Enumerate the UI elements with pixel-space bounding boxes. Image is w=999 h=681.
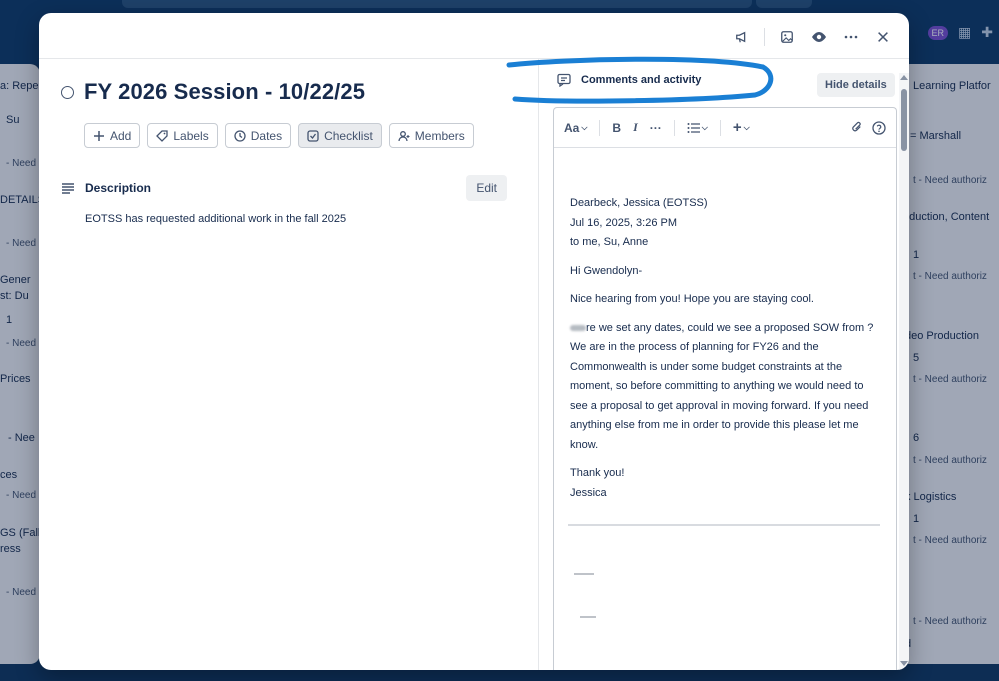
checklist-button-label: Checklist xyxy=(324,128,373,143)
description-icon xyxy=(62,183,74,194)
description-header: Description Edit xyxy=(61,175,507,201)
insert-dropdown[interactable]: + ⌵ xyxy=(733,119,750,136)
quoted-divider xyxy=(568,524,880,526)
members-button[interactable]: Members xyxy=(388,123,474,148)
text-style-dropdown[interactable]: Aa ⌵ xyxy=(564,121,587,135)
more-formatting-button[interactable]: ··· xyxy=(650,121,662,135)
scroll-down-icon[interactable] xyxy=(900,661,908,666)
email-greeting: Hi Gwendolyn- xyxy=(570,264,643,277)
toolbar-separator-2 xyxy=(673,119,675,136)
plus-icon xyxy=(94,130,104,141)
help-icon[interactable] xyxy=(872,120,886,135)
checklist-button[interactable]: Checklist xyxy=(298,123,382,148)
add-button-label: Add xyxy=(110,128,132,143)
description-text[interactable]: EOTSS has requested additional work in t… xyxy=(85,213,346,225)
hand-drawn-annotation xyxy=(506,56,774,104)
text-style-label: Aa xyxy=(564,120,580,135)
clock-icon xyxy=(234,129,246,142)
megaphone-icon[interactable] xyxy=(728,23,756,51)
complete-toggle-icon[interactable] xyxy=(61,85,74,99)
description-label: Description xyxy=(85,181,152,195)
labels-button-label: Labels xyxy=(173,128,209,143)
add-button[interactable]: Add xyxy=(84,123,141,148)
email-paragraph-2-text: re we set any dates, could we see a prop… xyxy=(570,321,874,451)
modal-scrollbar[interactable] xyxy=(899,73,909,670)
email-paragraph-2: re we set any dates, could we see a prop… xyxy=(570,319,880,456)
more-icon[interactable] xyxy=(837,23,865,51)
scroll-thumb[interactable] xyxy=(901,89,907,151)
activity-column: Comments and activity Hide details Aa ⌵ B… xyxy=(539,59,909,670)
list-dropdown[interactable]: ⌵ xyxy=(687,122,708,134)
chevron-down-icon: ⌵ xyxy=(743,122,750,132)
comment-editor[interactable]: Aa ⌵ B I ··· ⌵ + ⌵ Dearbeck, Jessica (EOTS xyxy=(553,107,897,670)
email-signature: Jessica xyxy=(570,486,607,499)
header-separator xyxy=(764,28,765,46)
hide-details-button[interactable]: Hide details xyxy=(817,73,895,97)
modal-header xyxy=(39,13,909,59)
list-icon xyxy=(687,122,700,133)
card-title[interactable]: FY 2026 Session - 10/22/25 xyxy=(84,79,365,105)
email-recipients: to me, Su, Anne xyxy=(570,236,649,248)
eye-icon[interactable] xyxy=(805,23,833,51)
person-icon xyxy=(398,130,410,141)
editor-toolbar: Aa ⌵ B I ··· ⌵ + ⌵ xyxy=(554,108,896,148)
redacted-line xyxy=(574,573,594,575)
checklist-icon xyxy=(307,129,319,142)
toolbar-separator xyxy=(599,119,601,136)
redacted-line-2 xyxy=(580,616,596,618)
email-date: Jul 16, 2025, 3:26 PM xyxy=(570,216,678,229)
email-from: Dearbeck, Jessica (EOTSS) xyxy=(570,197,708,209)
dates-button-label: Dates xyxy=(250,128,283,143)
members-button-label: Members xyxy=(414,128,465,143)
italic-button[interactable]: I xyxy=(633,120,638,135)
card-actions: Add Labels Dates Checklist Members xyxy=(84,123,474,148)
redacted-text xyxy=(570,324,586,331)
card-detail-modal: FY 2026 Session - 10/22/25 Add Labels Da… xyxy=(39,13,909,670)
email-closing: Thank you! xyxy=(570,467,625,479)
card-main-column: FY 2026 Session - 10/22/25 Add Labels Da… xyxy=(39,59,539,670)
chevron-down-icon: ⌵ xyxy=(701,122,708,132)
image-icon[interactable] xyxy=(773,23,801,51)
email-paragraph-1: Nice hearing from you! Hope you are stay… xyxy=(570,293,814,305)
toolbar-separator-3 xyxy=(719,119,721,136)
tag-icon xyxy=(156,129,169,142)
edit-description-button[interactable]: Edit xyxy=(466,175,507,201)
plus-icon: + xyxy=(732,119,742,136)
close-icon[interactable] xyxy=(869,23,897,51)
dates-button[interactable]: Dates xyxy=(224,123,292,148)
chevron-down-icon: ⌵ xyxy=(581,122,588,132)
bold-button[interactable]: B xyxy=(612,121,621,135)
labels-button[interactable]: Labels xyxy=(147,123,218,148)
scroll-up-icon[interactable] xyxy=(900,75,908,80)
comment-draft-content[interactable]: Dearbeck, Jessica (EOTSS) Jul 16, 2025, … xyxy=(554,148,896,503)
attachment-icon[interactable] xyxy=(851,121,864,134)
